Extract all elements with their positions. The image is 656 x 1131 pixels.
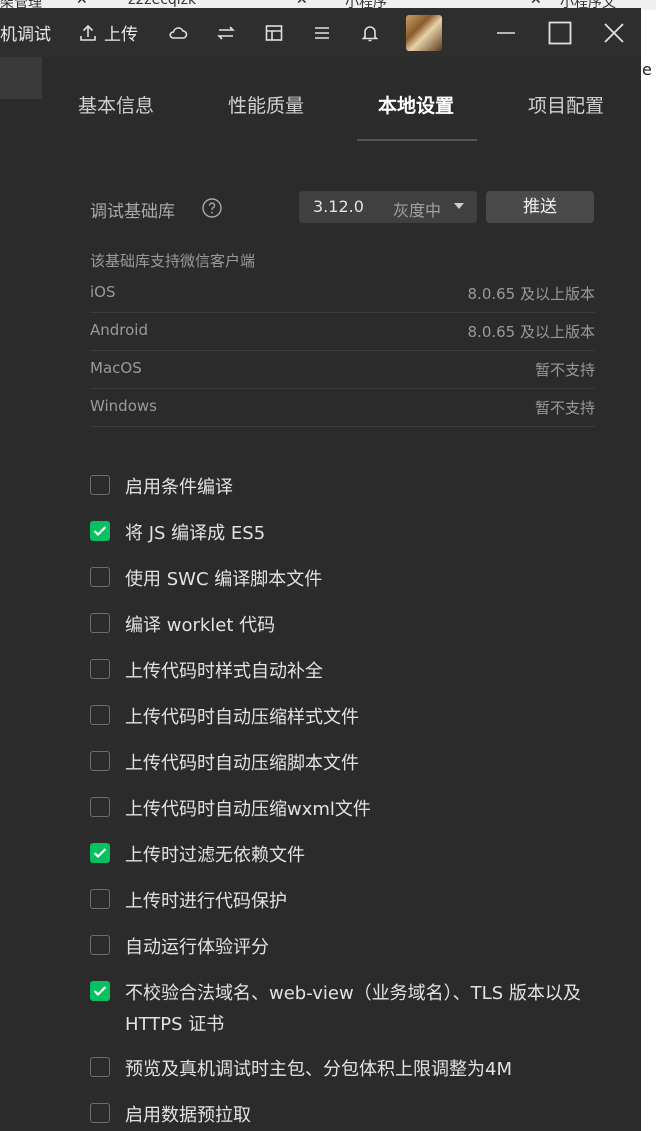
option-label: 上传时进行代码保护 bbox=[125, 891, 287, 912]
chevron-down-icon bbox=[454, 203, 464, 209]
support-title: 该基础库支持微信客户端 bbox=[90, 252, 256, 270]
option-checkbox[interactable] bbox=[90, 705, 110, 725]
settings-tabs: 基本信息 性能质量 本地设置 项目配置 bbox=[42, 57, 641, 141]
left-sidebar-area bbox=[0, 57, 42, 1131]
cloud-icon[interactable] bbox=[167, 8, 189, 57]
tab-close-icon[interactable]: ✕ bbox=[530, 0, 542, 8]
option-checkbox[interactable] bbox=[90, 981, 110, 1001]
switch-icon[interactable] bbox=[216, 8, 236, 57]
option-checkbox[interactable] bbox=[90, 843, 110, 863]
minimize-icon[interactable] bbox=[496, 8, 516, 57]
support-row: Android 8.0.65 及以上版本 bbox=[90, 313, 595, 351]
tab-close-icon[interactable]: ✕ bbox=[76, 0, 88, 8]
support-row: iOS 8.0.65 及以上版本 bbox=[90, 275, 595, 313]
sdk-version-value: 3.12.0 bbox=[313, 197, 364, 216]
debug-label: 机调试 bbox=[0, 25, 51, 45]
option-label: 上传代码时自动压缩样式文件 bbox=[125, 707, 359, 728]
title-toolbar: 机调试 上传 bbox=[0, 8, 641, 57]
push-button[interactable]: 推送 bbox=[486, 191, 594, 223]
option-label: 启用条件编译 bbox=[125, 477, 233, 498]
check-icon bbox=[93, 986, 107, 997]
option-label: 将 JS 编译成 ES5 bbox=[125, 523, 266, 544]
bell-icon[interactable] bbox=[360, 8, 380, 57]
tab-performance[interactable]: 性能质量 bbox=[228, 91, 304, 118]
option-label: 不校验合法域名、web-view（业务域名）、TLS 版本以及 HTTPS 证书 bbox=[125, 983, 581, 1035]
option-checkbox[interactable] bbox=[90, 889, 110, 909]
sdk-label: 调试基础库 bbox=[90, 202, 175, 222]
debug-button[interactable]: 机调试 bbox=[0, 8, 51, 57]
background-text: e bbox=[642, 60, 652, 79]
tab-basic-info[interactable]: 基本信息 bbox=[78, 91, 154, 118]
menu-icon[interactable] bbox=[312, 8, 332, 57]
option-checkbox[interactable] bbox=[90, 797, 110, 817]
option-checkbox[interactable] bbox=[90, 521, 110, 541]
option-checkbox[interactable] bbox=[90, 751, 110, 771]
check-icon bbox=[93, 848, 107, 859]
option-checkbox[interactable] bbox=[90, 475, 110, 495]
upload-icon bbox=[78, 23, 98, 43]
support-requirement: 暂不支持 bbox=[534, 361, 595, 379]
option-label: 上传代码时样式自动补全 bbox=[125, 661, 323, 682]
option-label: 编译 worklet 代码 bbox=[125, 615, 276, 636]
layout-icon[interactable] bbox=[264, 8, 284, 57]
help-icon[interactable] bbox=[202, 198, 222, 218]
tab-project-config[interactable]: 项目配置 bbox=[528, 91, 604, 118]
option-label: 上传时过滤无依赖文件 bbox=[125, 845, 305, 866]
sdk-version-row: 调试基础库 3.12.0 灰度中 推送 bbox=[90, 191, 595, 225]
option-checkbox[interactable] bbox=[90, 935, 110, 955]
settings-panel: 基本信息 性能质量 本地设置 项目配置 调试基础库 3.12.0 灰度中 推送 … bbox=[42, 57, 641, 1131]
close-icon[interactable] bbox=[603, 8, 625, 57]
support-os: Android bbox=[90, 321, 148, 339]
upload-label: 上传 bbox=[104, 25, 138, 45]
support-os: iOS bbox=[90, 283, 116, 301]
support-os: Windows bbox=[90, 397, 157, 415]
option-checkbox[interactable] bbox=[90, 613, 110, 633]
option-label: 自动运行体验评分 bbox=[125, 937, 269, 958]
maximize-icon[interactable] bbox=[548, 8, 572, 57]
support-row: Windows 暂不支持 bbox=[90, 389, 595, 427]
option-checkbox[interactable] bbox=[90, 567, 110, 587]
left-sidebar-header bbox=[0, 57, 42, 99]
option-label: 预览及真机调试时主包、分包体积上限调整为4M bbox=[125, 1059, 512, 1080]
option-checkbox[interactable] bbox=[90, 659, 110, 679]
support-requirement: 8.0.65 及以上版本 bbox=[467, 323, 595, 341]
sdk-version-channel: 灰度中 bbox=[393, 201, 442, 220]
upload-button[interactable]: 上传 bbox=[78, 8, 138, 57]
tab-close-icon[interactable]: ✕ bbox=[296, 0, 308, 8]
option-checkbox[interactable] bbox=[90, 1103, 110, 1123]
active-tab-indicator bbox=[357, 139, 477, 141]
avatar[interactable] bbox=[406, 15, 442, 51]
tab-local-settings[interactable]: 本地设置 bbox=[378, 91, 454, 118]
browser-tab-label: z2zecqizk bbox=[128, 0, 197, 8]
support-requirement: 8.0.65 及以上版本 bbox=[467, 285, 595, 303]
sdk-version-select[interactable]: 3.12.0 灰度中 bbox=[299, 191, 477, 223]
option-label: 使用 SWC 编译脚本文件 bbox=[125, 569, 323, 590]
support-row: MacOS 暂不支持 bbox=[90, 351, 595, 389]
option-checkbox[interactable] bbox=[90, 1057, 110, 1077]
check-icon bbox=[93, 526, 107, 537]
option-label: 启用数据预拉取 bbox=[125, 1105, 251, 1126]
option-label: 上传代码时自动压缩脚本文件 bbox=[125, 753, 359, 774]
option-label: 上传代码时自动压缩wxml文件 bbox=[125, 799, 371, 820]
right-background-area bbox=[641, 57, 656, 1131]
support-os: MacOS bbox=[90, 359, 142, 377]
support-requirement: 暂不支持 bbox=[534, 399, 595, 417]
